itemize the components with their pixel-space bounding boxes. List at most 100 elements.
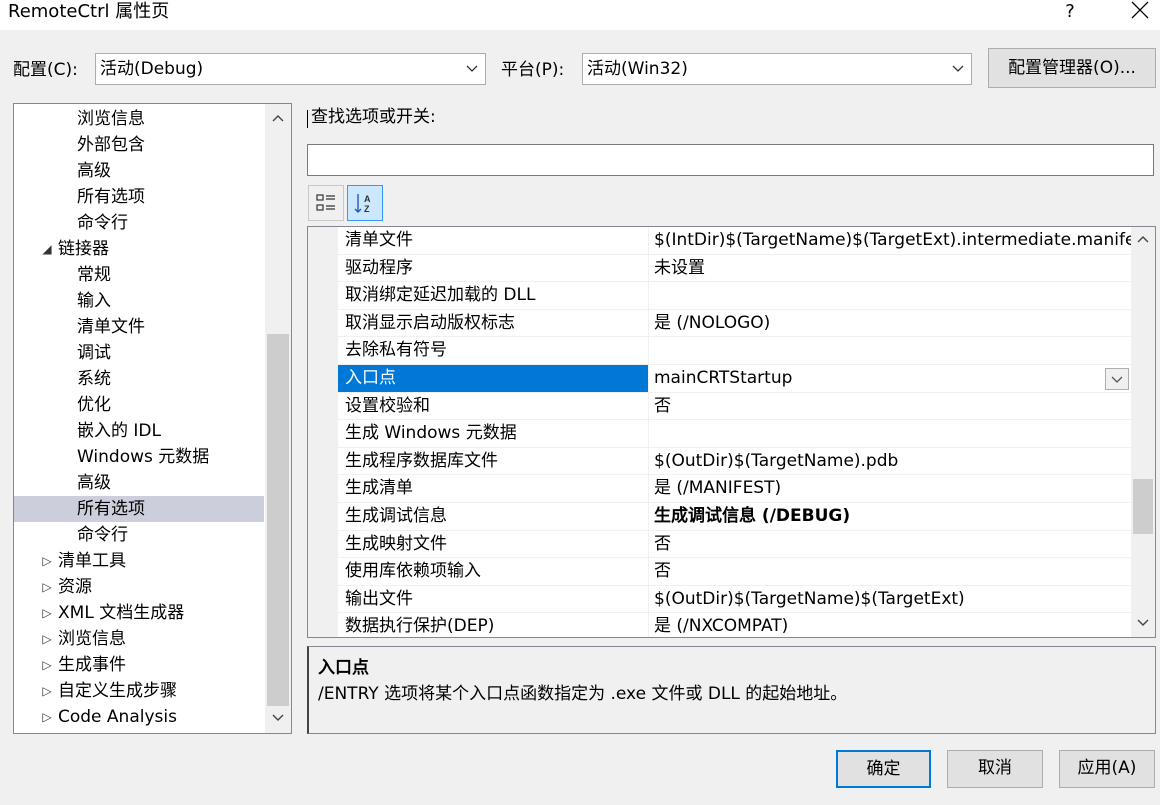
tree-item[interactable]: 命令行 [14, 522, 264, 548]
property-row[interactable]: 数据执行保护(DEP) 是 (/NXCOMPAT) [338, 613, 1132, 637]
tree-item[interactable]: 优化 [14, 392, 264, 418]
scroll-up-icon[interactable] [265, 106, 291, 132]
property-row[interactable]: 生成映射文件否 [338, 530, 1132, 559]
close-button[interactable] [1118, 0, 1160, 26]
property-row[interactable]: 设置校验和否 [338, 392, 1132, 421]
collapsed-triangle-icon[interactable]: ▷ [40, 626, 54, 652]
value-dropdown-button[interactable] [1105, 368, 1129, 390]
tree-item[interactable]: 所有选项 [14, 496, 264, 522]
tree-item-label: XML 文档生成器 [58, 603, 185, 623]
tree-item[interactable]: Windows 元数据 [14, 444, 264, 470]
tree-item[interactable]: 嵌入的 IDL [14, 418, 264, 444]
tree-item[interactable]: ◢ 链接器 [14, 236, 264, 262]
scroll-down-icon[interactable] [1131, 611, 1155, 637]
tree-scroll-thumb[interactable] [267, 334, 289, 706]
property-name: 生成映射文件 [338, 530, 649, 558]
categorized-view-button[interactable] [308, 185, 344, 221]
tree-item-label: 命令行 [77, 525, 128, 545]
property-row[interactable]: 入口点 mainCRTStartup [338, 365, 1132, 393]
property-value: 是 (/NXCOMPAT) [654, 616, 789, 637]
property-row[interactable]: 去除私有符号 [338, 337, 1132, 365]
collapsed-triangle-icon[interactable]: ▷ [40, 548, 54, 574]
property-value [649, 282, 1132, 309]
help-button[interactable]: ? [1052, 0, 1088, 24]
search-field[interactable] [307, 144, 1154, 176]
search-input[interactable] [308, 145, 1153, 175]
chevron-down-icon [952, 65, 964, 72]
collapsed-triangle-icon[interactable]: ▷ [40, 652, 54, 678]
property-row[interactable]: 生成清单是 (/MANIFEST) [338, 475, 1132, 503]
window-title: RemoteCtrl 属性页 [8, 1, 170, 22]
collapsed-triangle-icon[interactable]: ▷ [40, 574, 54, 600]
grid-scrollbar[interactable] [1131, 227, 1155, 637]
property-value [649, 420, 1132, 447]
tree-item-label: 系统 [77, 369, 111, 389]
tree-item[interactable]: ▷ 自定义生成步骤 [14, 678, 264, 704]
collapsed-triangle-icon[interactable]: ▷ [40, 600, 54, 626]
tree-item[interactable]: 清单文件 [14, 314, 264, 340]
tree-scrollbar[interactable] [265, 104, 291, 733]
sort-alphabetical-icon: A Z [354, 194, 371, 214]
property-value: $(OutDir)$(TargetName)$(TargetExt) [654, 588, 965, 609]
grid-scroll-thumb[interactable] [1133, 479, 1153, 534]
property-grid[interactable]: 清单文件 $(IntDir)$(TargetName)$(TargetExt).i… [307, 226, 1156, 638]
property-name: 生成程序数据库文件 [338, 447, 649, 475]
tree-item[interactable]: ▷ 资源 [14, 574, 264, 600]
tree-item-label: 浏览信息 [58, 629, 126, 649]
config-select[interactable]: 活动(Debug) [95, 53, 486, 85]
svg-text:A: A [364, 194, 371, 204]
tree-item-label: 自定义生成步骤 [58, 681, 177, 701]
collapsed-triangle-icon[interactable]: ▷ [40, 704, 54, 730]
description-text: /ENTRY 选项将某个入口点函数指定为 .exe 文件或 DLL 的起始地址。 [318, 684, 848, 704]
tree-item[interactable]: 常规 [14, 262, 264, 288]
property-row[interactable]: 取消绑定延迟加载的 DLL [338, 282, 1132, 310]
sort-alphabetical-button[interactable]: A Z [347, 185, 383, 221]
tree-item[interactable]: 外部包含 [14, 132, 264, 158]
property-value: $(IntDir)$(TargetName)$(TargetExt).inter… [654, 230, 1132, 250]
tree-item[interactable]: ▷ 清单工具 [14, 548, 264, 574]
tree-item[interactable]: ▷ 浏览信息 [14, 626, 264, 652]
tree-item[interactable]: 系统 [14, 366, 264, 392]
property-row[interactable]: 生成程序数据库文件 $(OutDir)$(TargetName).pdb [338, 447, 1132, 476]
platform-select[interactable]: 活动(Win32) [582, 53, 972, 85]
apply-button[interactable]: 应用(A) [1059, 750, 1155, 788]
tree-item-label: 资源 [58, 577, 92, 597]
chevron-down-icon [1111, 376, 1123, 383]
tree-item[interactable]: ▷ 生成事件 [14, 652, 264, 678]
property-name: 生成清单 [338, 475, 649, 502]
cancel-button[interactable]: 取消 [947, 750, 1043, 788]
tree-item-label: 调试 [77, 343, 111, 363]
config-manager-button[interactable]: 配置管理器(O)... [988, 48, 1156, 88]
property-row[interactable]: 取消显示启动版权标志是 (/NOLOGO) [338, 309, 1132, 338]
tree-item[interactable]: 调试 [14, 340, 264, 366]
tree-item-label: 链接器 [58, 239, 109, 259]
property-name: 输出文件 [338, 585, 649, 613]
tree-item[interactable]: 输入 [14, 288, 264, 314]
tree-item[interactable]: 所有选项 [14, 184, 264, 210]
tree-item[interactable]: ▷ XML 文档生成器 [14, 600, 264, 626]
scroll-up-icon[interactable] [1131, 227, 1155, 253]
property-row[interactable]: 输出文件 $(OutDir)$(TargetName)$(TargetExt) [338, 585, 1132, 614]
scroll-down-icon[interactable] [265, 706, 291, 732]
expanded-triangle-icon[interactable]: ◢ [40, 236, 54, 262]
property-row[interactable]: 生成 Windows 元数据 [338, 420, 1132, 448]
category-tree[interactable]: 浏览信息 外部包含 高级 所有选项 命令行 ◢ 链接器 常规 输入 清单文件 调试 系统 优化 嵌入的 I… [13, 103, 292, 734]
tree-item[interactable]: ▷ Code Analysis [14, 704, 264, 730]
property-row[interactable]: 驱动程序 未设置 [338, 254, 1132, 283]
config-select-value: 活动(Debug) [100, 59, 204, 79]
property-row[interactable]: 使用库依赖项输入否 [338, 558, 1132, 586]
tree-item[interactable]: 命令行 [14, 210, 264, 236]
property-row[interactable]: 清单文件 $(IntDir)$(TargetName)$(TargetExt).i… [338, 227, 1132, 255]
collapsed-triangle-icon[interactable]: ▷ [40, 678, 54, 704]
tree-item[interactable]: 高级 [14, 470, 264, 496]
property-value[interactable]: mainCRTStartup [649, 365, 1132, 392]
tree-item[interactable]: 高级 [14, 158, 264, 184]
categorized-view-icon [316, 194, 335, 211]
tree-item-label: 优化 [77, 395, 111, 415]
title-bar [0, 0, 1160, 30]
tree-item[interactable]: 浏览信息 [14, 106, 264, 132]
tree-item-label: 所有选项 [77, 187, 145, 207]
ok-button[interactable]: 确定 [836, 750, 931, 788]
property-row[interactable]: 生成调试信息 生成调试信息 (/DEBUG) [338, 503, 1132, 531]
property-name: 去除私有符号 [338, 337, 649, 364]
